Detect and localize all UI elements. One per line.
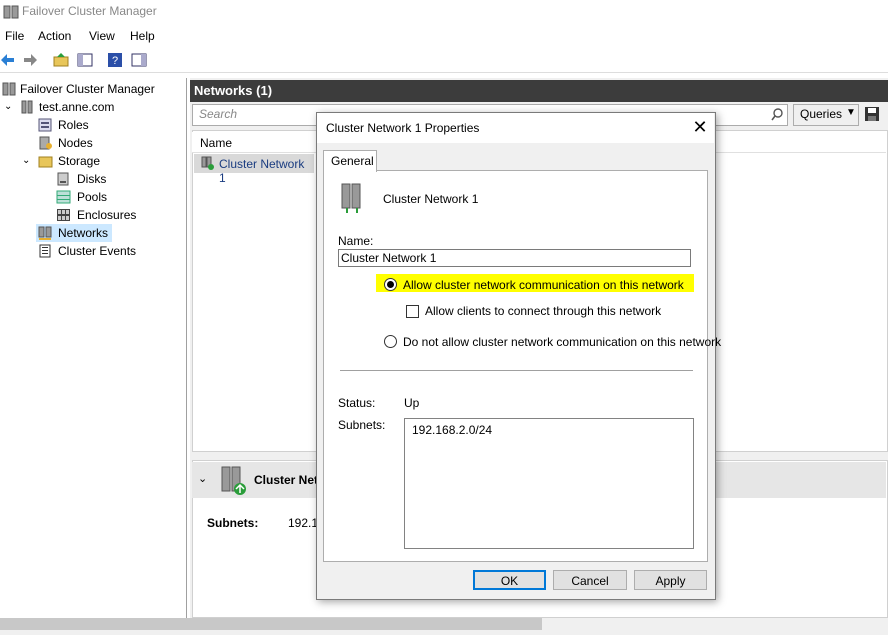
toolbar: ? (0, 48, 888, 73)
tree-item-nodes[interactable]: Nodes (0, 134, 186, 152)
tree-label-cluster: test.anne.com (39, 100, 115, 114)
show-hide-tree-icon[interactable] (77, 52, 93, 68)
name-field[interactable] (338, 249, 691, 267)
tree-label-roles: Roles (58, 118, 89, 132)
tree-item-cluster[interactable]: ⌄ test.anne.com (0, 98, 186, 116)
cancel-button[interactable]: Cancel (553, 570, 627, 590)
queries-button[interactable]: Queries ▼ (793, 104, 859, 126)
detail-title: Cluster Net (254, 473, 319, 487)
storage-icon (38, 156, 53, 168)
subnets-label: Subnets: (338, 418, 386, 432)
nodes-icon (39, 136, 52, 150)
pools-icon (56, 190, 71, 204)
menu-help[interactable]: Help (130, 29, 155, 43)
menu-action[interactable]: Action (38, 29, 71, 43)
name-label: Name: (338, 234, 374, 248)
tree-label-networks: Networks (58, 226, 109, 240)
disallow-communication-radio[interactable] (384, 335, 397, 348)
scrollbar-thumb[interactable] (0, 618, 542, 630)
dialog-title: Cluster Network 1 Properties (326, 121, 480, 135)
cluster-icon (21, 100, 33, 114)
detail-subnets-label: Subnets: (207, 516, 259, 530)
enclosures-icon (57, 209, 70, 221)
column-header-name[interactable]: Name (200, 136, 232, 150)
status-value: Up (404, 396, 420, 410)
tree-item-pools[interactable]: Pools (0, 188, 186, 206)
separator (340, 370, 693, 371)
allow-communication-radio[interactable] (384, 278, 397, 291)
network-large-icon (341, 183, 361, 213)
tab-general-label: General (331, 154, 374, 168)
apply-button[interactable]: Apply (634, 570, 707, 590)
tree-label-root: Failover Cluster Manager (20, 82, 155, 96)
close-icon[interactable]: ✕ (690, 117, 710, 137)
tree-label-pools: Pools (77, 190, 108, 204)
table-row[interactable]: Cluster Network 1 (194, 154, 314, 185)
subnets-list[interactable]: 192.168.2.0/24 (404, 418, 694, 549)
collapse-chevron-icon[interactable]: ⌄ (198, 472, 207, 485)
menu-file[interactable]: File (5, 29, 24, 43)
back-arrow-icon[interactable] (0, 52, 16, 68)
title-bar: Failover Cluster Manager (0, 0, 888, 24)
save-query-icon[interactable] (864, 106, 880, 122)
tree-item-disks[interactable]: Disks (0, 170, 186, 188)
events-icon (39, 244, 51, 258)
forward-arrow-icon[interactable] (22, 52, 38, 68)
ok-button[interactable]: OK (473, 570, 546, 590)
dropdown-arrow-icon: ▼ (846, 107, 856, 118)
svg-text:?: ? (112, 55, 118, 67)
search-icon[interactable] (771, 108, 784, 121)
row-name: Cluster Network 1 (219, 157, 305, 185)
page-title: Networks (1) (194, 83, 273, 98)
network-large-icon (221, 466, 246, 495)
network-icon (201, 156, 214, 170)
disallow-communication-label[interactable]: Do not allow cluster network communicati… (403, 335, 721, 349)
cluster-manager-icon (2, 82, 16, 96)
status-label: Status: (338, 396, 376, 410)
tree-item-roles[interactable]: Roles (0, 116, 186, 134)
roles-icon (38, 118, 52, 132)
menu-bar: File Action View Help (0, 26, 888, 46)
window-title: Failover Cluster Manager (22, 4, 157, 18)
allow-clients-checkbox[interactable] (406, 305, 419, 318)
tree-item-storage[interactable]: ⌄ Storage (0, 152, 186, 170)
tree-label-nodes: Nodes (58, 136, 93, 150)
show-action-pane-icon[interactable] (131, 52, 147, 68)
tree-item-cluster-events[interactable]: Cluster Events (0, 242, 186, 260)
chevron-down-icon[interactable]: ⌄ (4, 98, 12, 116)
queries-label: Queries (800, 107, 843, 121)
tree-item-enclosures[interactable]: Enclosures (0, 206, 186, 224)
chevron-down-icon[interactable]: ⌄ (22, 152, 30, 170)
tree-label-cluster-events: Cluster Events (58, 244, 137, 258)
subnet-item[interactable]: 192.168.2.0/24 (412, 423, 492, 437)
allow-communication-label[interactable]: Allow cluster network communication on t… (403, 278, 684, 292)
networks-icon (38, 226, 52, 240)
tree-item-root[interactable]: Failover Cluster Manager (0, 80, 186, 98)
page-title-bar: Networks (1) (190, 80, 888, 102)
navigation-tree: Failover Cluster Manager ⌄ test.anne.com… (0, 78, 187, 618)
network-name-heading: Cluster Network 1 (383, 192, 479, 206)
cluster-manager-icon (3, 5, 19, 19)
menu-view[interactable]: View (89, 29, 115, 43)
tab-general[interactable]: General (323, 150, 377, 172)
up-folder-icon[interactable] (53, 52, 69, 68)
allow-clients-label[interactable]: Allow clients to connect through this ne… (425, 304, 661, 318)
tree-label-enclosures: Enclosures (77, 208, 137, 222)
tree-label-disks: Disks (77, 172, 107, 186)
search-placeholder: Search (199, 107, 238, 121)
help-icon[interactable]: ? (107, 52, 123, 68)
disks-icon (57, 172, 69, 186)
tree-label-storage: Storage (58, 154, 101, 168)
tree-item-networks[interactable]: Networks (36, 224, 112, 242)
